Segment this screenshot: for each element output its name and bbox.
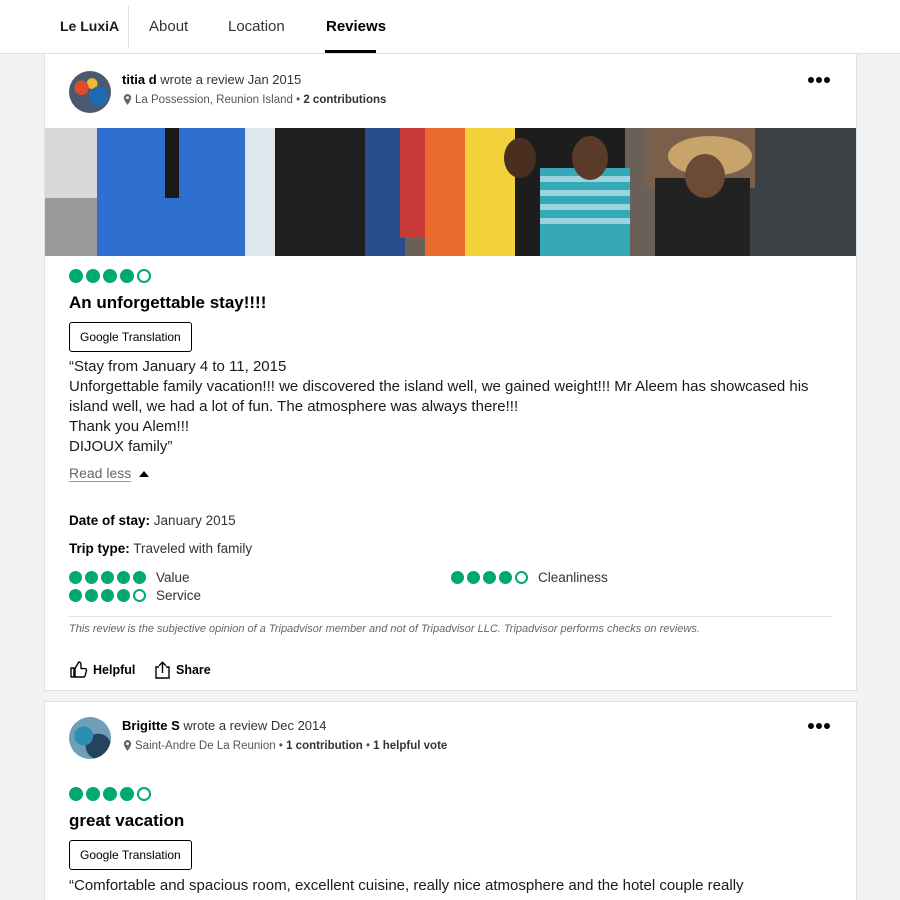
rating-bubble-filled xyxy=(133,571,146,584)
subrating-label: Cleanliness xyxy=(538,570,608,585)
rating-bubble-empty xyxy=(137,269,151,283)
rating-bubble-filled xyxy=(483,571,496,584)
google-translation-button[interactable]: Google Translation xyxy=(69,840,192,870)
caret-up-icon xyxy=(139,470,150,477)
rating-bubble-filled xyxy=(86,269,100,283)
date-of-stay-label: Date of stay: xyxy=(69,513,151,528)
subrating-bubbles xyxy=(69,571,146,584)
reviewer-meta: La Possession, Reunion Island • 2 contri… xyxy=(122,93,386,106)
rating-bubble-filled xyxy=(117,589,130,602)
review-title[interactable]: An unforgettable stay!!!! xyxy=(69,293,266,313)
subrating-label: Service xyxy=(156,588,202,603)
trip-type-label: Trip type: xyxy=(69,541,130,556)
rating-bubble-filled xyxy=(101,589,114,602)
meta-separator: • xyxy=(275,739,287,752)
trip-type-value: Traveled with family xyxy=(133,541,253,556)
reviewer-meta: Saint-Andre De La Reunion • 1 contributi… xyxy=(122,739,447,752)
more-options-icon[interactable] xyxy=(808,75,830,85)
reviewer-contributions: 1 contribution xyxy=(286,739,363,752)
subrating-label: Value xyxy=(156,570,190,585)
rating-bubble-filled xyxy=(69,787,83,801)
tab-reviews[interactable]: Reviews xyxy=(326,18,386,35)
subrating-value: Value xyxy=(69,570,190,585)
subrating-bubbles xyxy=(69,589,146,602)
subrating-bubbles xyxy=(451,571,528,584)
reviewer-location: La Possession, Reunion Island xyxy=(135,93,293,106)
review-card: Brigitte S wrote a review Dec 2014 Saint… xyxy=(44,701,857,900)
rating-bubble-filled xyxy=(69,571,82,584)
google-translation-button[interactable]: Google Translation xyxy=(69,322,192,352)
rating-bubble-empty xyxy=(133,589,146,602)
meta-separator: • xyxy=(292,93,304,106)
rating-bubble-filled xyxy=(69,589,82,602)
date-of-stay-value: January 2015 xyxy=(153,513,236,528)
reviewer-name[interactable]: Brigitte S xyxy=(122,718,180,733)
review-written-date: wrote a review Jan 2015 xyxy=(160,72,302,87)
rating-bubble-filled xyxy=(103,787,117,801)
review-card: titia d wrote a review Jan 2015 La Posse… xyxy=(44,53,857,691)
location-pin-icon xyxy=(123,740,132,751)
rating-bubble-filled xyxy=(85,571,98,584)
reviewer-avatar[interactable] xyxy=(69,717,111,759)
reviewer-helpful-votes: 1 helpful vote xyxy=(373,739,448,752)
share-label: Share xyxy=(176,663,211,677)
top-nav: Le LuxiA About Location Reviews xyxy=(0,0,900,54)
reviewer-name[interactable]: titia d xyxy=(122,72,157,87)
review-title[interactable]: great vacation xyxy=(69,811,184,831)
rating-bubble-filled xyxy=(117,571,130,584)
read-less-link[interactable]: Read less xyxy=(69,465,150,482)
read-less-label: Read less xyxy=(69,465,132,482)
reviewer-location: Saint-Andre De La Reunion xyxy=(135,739,276,752)
review-body: “Stay from January 4 to 11, 2015 Unforge… xyxy=(69,358,809,455)
review-header-line: Brigitte S wrote a review Dec 2014 xyxy=(122,718,327,733)
helpful-button[interactable]: Helpful xyxy=(70,661,135,678)
review-disclaimer: This review is the subjective opinion of… xyxy=(69,623,700,635)
tab-location[interactable]: Location xyxy=(228,18,285,35)
rating-bubble-filled xyxy=(103,269,117,283)
rating-bubble-filled xyxy=(467,571,480,584)
thumbs-up-icon xyxy=(70,661,88,678)
helpful-label: Helpful xyxy=(93,662,136,677)
more-options-icon[interactable] xyxy=(808,721,830,731)
subrating-cleanliness: Cleanliness xyxy=(451,570,608,585)
review-written-date: wrote a review Dec 2014 xyxy=(183,718,327,733)
rating-bubble-filled xyxy=(101,571,114,584)
review-header-line: titia d wrote a review Jan 2015 xyxy=(122,72,301,87)
rating-bubble-filled xyxy=(85,589,98,602)
meta-separator: • xyxy=(362,739,374,752)
date-of-stay: Date of stay: January 2015 xyxy=(69,513,236,528)
rating-bubble-filled xyxy=(86,787,100,801)
share-button[interactable]: Share xyxy=(154,661,211,679)
rating-bubble-filled xyxy=(451,571,464,584)
rating-bubble-filled xyxy=(69,269,83,283)
rating-bubble-empty xyxy=(515,571,528,584)
rating-bubble-filled xyxy=(499,571,512,584)
rating-bubble-filled xyxy=(120,269,134,283)
review-rating-bubbles xyxy=(69,787,151,801)
divider xyxy=(69,616,832,617)
review-photo-image xyxy=(45,128,856,256)
reviewer-contributions: 2 contributions xyxy=(303,93,387,106)
tab-about[interactable]: About xyxy=(149,18,188,35)
review-rating-bubbles xyxy=(69,269,151,283)
share-icon xyxy=(155,661,170,679)
trip-type: Trip type: Traveled with family xyxy=(69,541,252,556)
rating-bubble-filled xyxy=(120,787,134,801)
review-photo[interactable] xyxy=(45,128,856,256)
review-body: “Comfortable and spacious room, excellen… xyxy=(69,877,744,894)
reviewer-avatar[interactable] xyxy=(69,71,111,113)
brand-name[interactable]: Le LuxiA xyxy=(60,18,119,34)
subrating-service: Service xyxy=(69,588,201,603)
rating-bubble-empty xyxy=(137,787,151,801)
nav-divider xyxy=(128,6,129,48)
location-pin-icon xyxy=(123,94,132,105)
